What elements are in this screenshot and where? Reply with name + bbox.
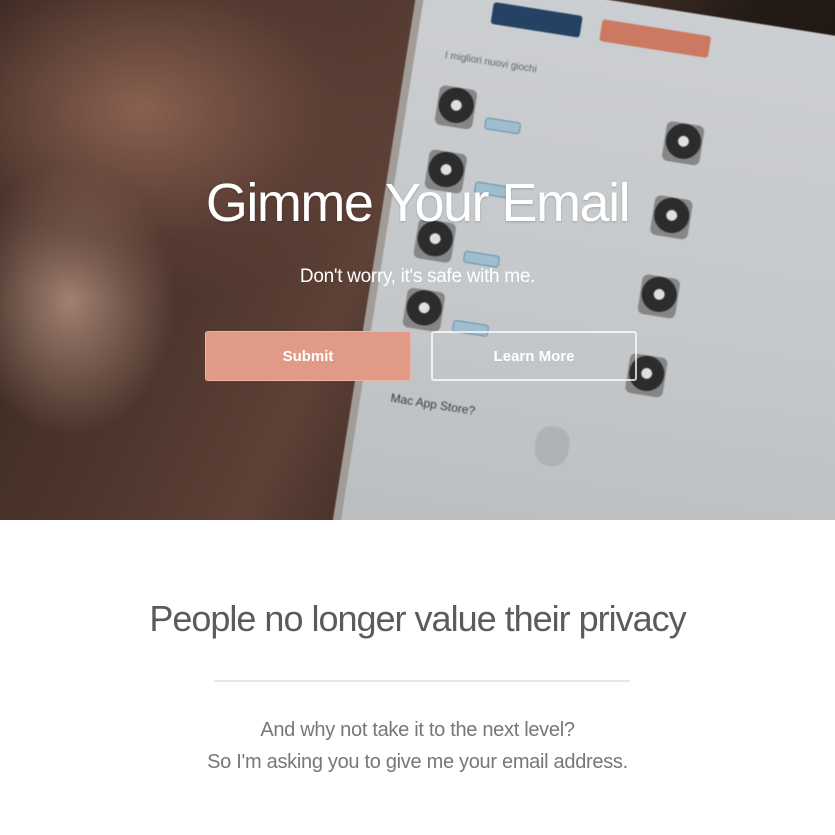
hero-section: I migliori nuovi giochi Mac App Store? G… <box>0 0 835 520</box>
hero-content: Gimme Your Email Don't worry, it's safe … <box>0 0 835 520</box>
section-heading: People no longer value their privacy <box>149 598 686 639</box>
section-divider <box>214 680 630 682</box>
hero-subtitle: Don't worry, it's safe with me. <box>299 266 536 287</box>
section-paragraph-line-1: And why not take it to the next level? <box>260 719 575 741</box>
submit-button[interactable]: Submit <box>205 331 411 381</box>
learn-more-button[interactable]: Learn More <box>431 331 637 381</box>
hero-title: Gimme Your Email <box>205 173 631 233</box>
privacy-section: People no longer value their privacy And… <box>0 520 835 835</box>
section-paragraph-line-2: So I'm asking you to give me your email … <box>207 751 628 773</box>
